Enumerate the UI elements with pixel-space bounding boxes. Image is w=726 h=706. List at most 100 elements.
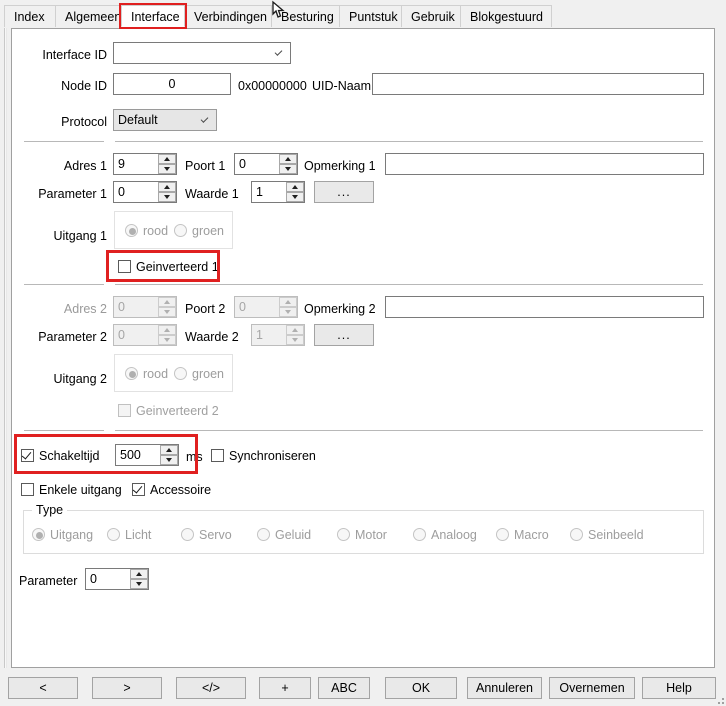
checkbox-unchecked-icon: [211, 449, 224, 462]
tab-interface[interactable]: Interface: [121, 5, 185, 27]
opmerking-1-input[interactable]: [385, 153, 704, 175]
spin-up-icon[interactable]: [158, 182, 176, 192]
node-id-label: Node ID: [61, 79, 107, 93]
waarde-2-label: Waarde 2: [185, 330, 239, 344]
ok-button[interactable]: OK: [385, 677, 457, 699]
tab-puntstuk[interactable]: Puntstuk: [339, 5, 403, 27]
tab-verbindingen[interactable]: Verbindingen: [184, 5, 274, 27]
resize-grip[interactable]: [714, 694, 724, 704]
waarde-2-value: 1: [256, 328, 263, 342]
type-radio-motor-label: Motor: [355, 528, 387, 542]
poort-1-label: Poort 1: [185, 159, 226, 173]
tab-index-label: Index: [14, 10, 45, 24]
schakeltijd-spin-buttons[interactable]: [160, 445, 178, 465]
spin-down-icon: [158, 307, 176, 317]
geinverteerd-2-label: Geinverteerd 2: [136, 404, 219, 418]
apply-button[interactable]: Overnemen: [549, 677, 635, 699]
next-button[interactable]: >: [92, 677, 162, 699]
radio-filled-icon: [32, 528, 45, 541]
prev-button[interactable]: <: [8, 677, 78, 699]
footer-parameter-spinner[interactable]: 0: [85, 568, 149, 590]
radio-empty-icon: [174, 367, 187, 380]
tab-index[interactable]: Index: [4, 5, 56, 27]
spin-down-icon[interactable]: [160, 455, 178, 465]
radio-empty-icon: [174, 224, 187, 237]
accessoire-label: Accessoire: [150, 483, 212, 497]
adres-1-spinner[interactable]: 9: [113, 153, 177, 175]
abc-button[interactable]: ABC: [318, 677, 370, 699]
adres-1-spin-buttons[interactable]: [158, 154, 176, 174]
add-button[interactable]: +: [259, 677, 311, 699]
checkbox-unchecked-icon: [118, 404, 131, 417]
checkbox-checked-icon: [21, 449, 34, 462]
waarde-1-spinner[interactable]: 1: [251, 181, 305, 203]
parameter-1-spinner[interactable]: 0: [113, 181, 177, 203]
radio-filled-icon: [125, 224, 138, 237]
divider-3a: [24, 430, 104, 431]
type-radio-uitgang-label: Uitgang: [50, 528, 94, 542]
interface-id-combo[interactable]: [113, 42, 291, 64]
tab-blokgestuurd[interactable]: Blokgestuurd: [460, 5, 552, 27]
protocol-label: Protocol: [61, 115, 107, 129]
parameter-1-spin-buttons[interactable]: [158, 182, 176, 202]
tab-gebruik[interactable]: Gebruik: [401, 5, 462, 27]
parameter-1-value: 0: [118, 185, 125, 199]
parameter-2-label: Parameter 2: [38, 330, 107, 344]
spin-up-icon[interactable]: [286, 182, 304, 192]
spin-down-icon[interactable]: [158, 164, 176, 174]
chevron-down-icon[interactable]: [198, 110, 212, 130]
spin-down-icon[interactable]: [158, 192, 176, 202]
spin-up-icon[interactable]: [158, 154, 176, 164]
node-id-input[interactable]: [113, 73, 231, 95]
spin-up-icon: [279, 297, 297, 307]
chevron-down-icon[interactable]: [272, 43, 286, 63]
poort-1-spinner[interactable]: 0: [234, 153, 298, 175]
waarde-1-spin-buttons[interactable]: [286, 182, 304, 202]
uitgang-2-radio-rood-label: rood: [143, 367, 169, 381]
uitgang-1-radio-rood-label: rood: [143, 224, 169, 238]
parameter-2-spinner: 0: [113, 324, 177, 346]
uitgang-1-label: Uitgang 1: [53, 229, 107, 243]
adres-2-label: Adres 2: [63, 302, 107, 316]
spin-up-icon[interactable]: [160, 445, 178, 455]
type-radio-macro-label: Macro: [514, 528, 549, 542]
adres-2-spin-buttons: [158, 297, 176, 317]
synchroniseren-label: Synchroniseren: [229, 449, 316, 463]
waarde-1-value: 1: [256, 185, 263, 199]
adres-2-spinner: 0: [113, 296, 177, 318]
footer-parameter-spin-buttons[interactable]: [130, 569, 148, 589]
code-button[interactable]: </>: [176, 677, 246, 699]
spin-down-icon: [279, 307, 297, 317]
tab-interface-label: Interface: [131, 10, 180, 24]
radio-empty-icon: [107, 528, 120, 541]
spin-down-icon[interactable]: [286, 192, 304, 202]
protocol-combo[interactable]: Default: [113, 109, 217, 131]
spin-down-icon[interactable]: [130, 579, 148, 589]
help-button[interactable]: Help: [642, 677, 716, 699]
interface-id-label: Interface ID: [42, 48, 107, 62]
waarde-1-browse-button[interactable]: ...: [314, 181, 374, 203]
poort-1-spin-buttons[interactable]: [279, 154, 297, 174]
schakeltijd-value: 500: [120, 448, 141, 462]
schakeltijd-spinner[interactable]: 500: [115, 444, 179, 466]
poort-2-spinner: 0: [234, 296, 298, 318]
spin-up-icon[interactable]: [279, 154, 297, 164]
tab-algemeen[interactable]: Algemeen: [55, 5, 131, 27]
footer-parameter-value: 0: [90, 572, 97, 586]
divider-3b: [115, 430, 703, 431]
cancel-button[interactable]: Annuleren: [467, 677, 542, 699]
tab-verbindingen-label: Verbindingen: [194, 10, 267, 24]
poort-1-value: 0: [239, 157, 246, 171]
poort-2-value: 0: [239, 300, 246, 314]
uid-hex-value: 0x00000000: [238, 79, 307, 93]
parameter-2-spin-buttons: [158, 325, 176, 345]
uid-name-input[interactable]: [372, 73, 704, 95]
geinverteerd-1-label: Geinverteerd 1: [136, 260, 219, 274]
opmerking-1-label: Opmerking 1: [304, 159, 376, 173]
spin-up-icon[interactable]: [130, 569, 148, 579]
spin-down-icon[interactable]: [279, 164, 297, 174]
waarde-2-browse-button[interactable]: ...: [314, 324, 374, 346]
opmerking-2-input[interactable]: [385, 296, 704, 318]
footer-parameter-label: Parameter: [19, 574, 78, 588]
tab-blokgestuurd-label: Blokgestuurd: [470, 10, 543, 24]
